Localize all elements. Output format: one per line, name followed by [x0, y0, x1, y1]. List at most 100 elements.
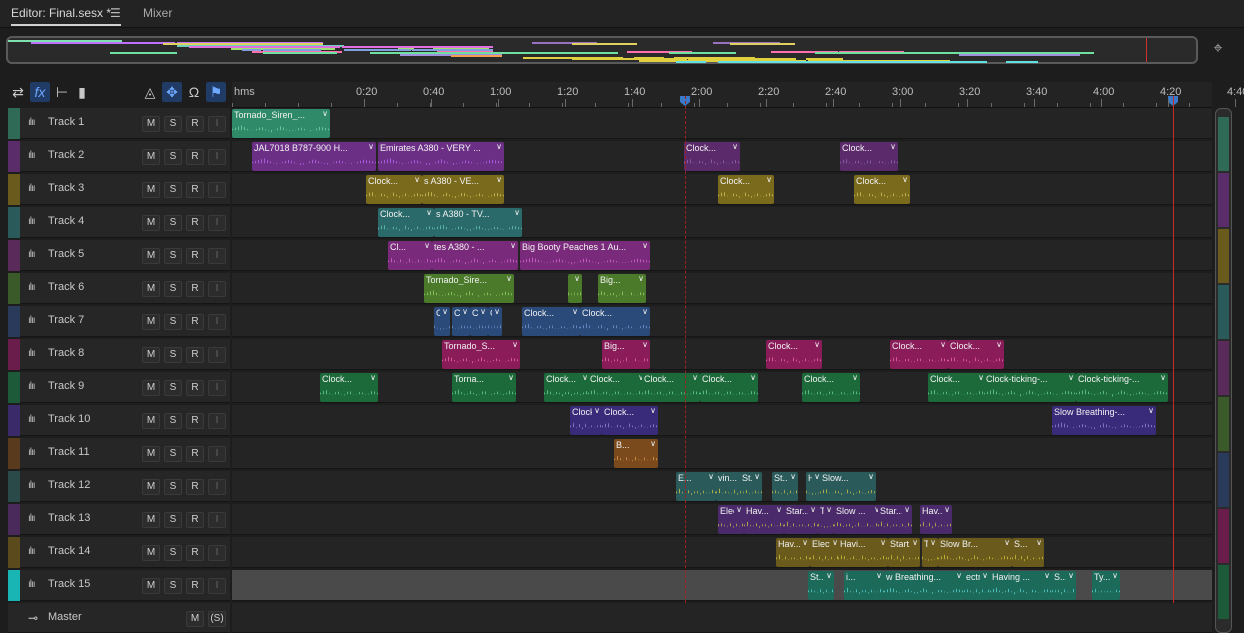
chevron-down-icon[interactable]: ∨ [506, 274, 512, 283]
audio-clip[interactable]: Clock...∨ [928, 373, 986, 402]
track-lane[interactable]: Clock... ∨ s A380 - VE... ∨ Clock... ∨ Clock..… [232, 174, 1212, 205]
record-arm-button[interactable]: R [186, 281, 204, 297]
chevron-down-icon[interactable]: ∨ [638, 274, 644, 283]
track-header[interactable]: ılıı Track 10 M S R I [8, 405, 230, 436]
chevron-down-icon[interactable]: ∨ [1004, 538, 1010, 547]
master-track-header[interactable]: ⊸ Master M (S) [8, 603, 230, 633]
move-tool-icon[interactable]: ✥ [162, 82, 182, 102]
tab-mixer[interactable]: Mixer [143, 6, 172, 20]
fx-icon[interactable]: fx [30, 82, 50, 102]
audio-clip[interactable]: Clock...∨ [320, 373, 378, 402]
track-header[interactable]: ılıı Track 15 M S R I [8, 570, 230, 601]
solo-button[interactable]: S [164, 413, 182, 429]
track-name[interactable]: Track 9 [48, 380, 84, 392]
chevron-down-icon[interactable]: ∨ [890, 142, 896, 151]
record-arm-button[interactable]: R [186, 215, 204, 231]
chevron-down-icon[interactable]: ∨ [880, 538, 886, 547]
audio-clip[interactable]: ectric...∨ [964, 571, 990, 600]
audio-clip[interactable]: S... ∨ [1012, 538, 1044, 567]
track-lane[interactable]: Tornado_Siren_... ∨ [232, 108, 1212, 139]
metronome-icon[interactable]: ◬ [140, 82, 160, 102]
chevron-down-icon[interactable]: ∨ [1068, 373, 1074, 382]
audio-clip[interactable]: Torna... ∨ [452, 373, 516, 402]
audio-clip[interactable]: s A380 - TV... ∨ [434, 208, 522, 237]
chevron-down-icon[interactable]: ∨ [572, 307, 578, 316]
master-solo-button[interactable]: (S) [208, 611, 226, 627]
track-header[interactable]: ılıı Track 14 M S R I [8, 537, 230, 568]
chevron-down-icon[interactable]: ∨ [650, 406, 656, 415]
audio-clip[interactable]: Clock...∨ [766, 340, 822, 369]
track-lane[interactable]: Clock...∨Clock...∨Slow Breathing-...∨ [232, 405, 1212, 436]
audio-clip[interactable]: Tornado_Siren_... ∨ [232, 109, 330, 138]
track-header[interactable]: ılıı Track 1 MSRI [8, 108, 230, 139]
audio-clip[interactable]: Clock...∨ [642, 373, 700, 402]
audio-clip[interactable]: Slow... ∨ [820, 472, 876, 501]
audio-clip[interactable]: C...∨ [470, 307, 488, 336]
chevron-down-icon[interactable]: ∨ [814, 340, 820, 349]
audio-clip[interactable]: Clock-ticking-... ∨ [984, 373, 1076, 402]
audio-clip[interactable]: Havi... ∨ [838, 538, 888, 567]
chevron-down-icon[interactable]: ∨ [750, 373, 756, 382]
zoom-navigator-icon[interactable]: ⌖ [1208, 40, 1228, 60]
chevron-down-icon[interactable]: ∨ [462, 307, 468, 316]
audio-clip[interactable]: Clock...∨ [366, 175, 422, 204]
track-header[interactable]: ılıı Track 9 MSRI [8, 372, 230, 403]
track-vertical-scrollbar[interactable] [1215, 108, 1232, 633]
input-monitor-button[interactable]: I [208, 347, 226, 363]
track-lane[interactable]: Tornado_Sire... ∨ ∨ Big... ∨ [232, 273, 1212, 304]
audio-clip[interactable]: C...∨ [488, 307, 502, 336]
marker-icon[interactable]: ⚑ [206, 82, 226, 102]
track-header[interactable]: ılıı Track 13 M S R I [8, 504, 230, 535]
chevron-down-icon[interactable]: ∨ [442, 307, 448, 316]
record-arm-button[interactable]: R [186, 182, 204, 198]
audio-clip[interactable]: E... ∨ [676, 472, 716, 501]
input-monitor-button[interactable]: I [208, 314, 226, 330]
chevron-down-icon[interactable]: ∨ [1044, 571, 1050, 580]
input-monitor-button[interactable]: I [208, 512, 226, 528]
chevron-down-icon[interactable]: ∨ [940, 340, 946, 349]
audio-clip[interactable]: St...∨ [740, 472, 762, 501]
audio-clip[interactable]: Hav... ∨ [744, 505, 784, 534]
mute-button[interactable]: M [142, 578, 160, 594]
record-arm-button[interactable]: R [186, 248, 204, 264]
track-lane[interactable]: Elec...∨Hav...∨Star...∨T...∨Slow ...∨Sta… [232, 504, 1212, 535]
chevron-down-icon[interactable]: ∨ [370, 373, 376, 382]
chevron-down-icon[interactable]: ∨ [766, 175, 772, 184]
solo-button[interactable]: S [164, 512, 182, 528]
chevron-down-icon[interactable]: ∨ [802, 538, 808, 547]
input-monitor-button[interactable]: I [208, 149, 226, 165]
track-lane[interactable]: Hav...∨Electri...∨Havi...∨Start...∨T...∨… [232, 537, 1212, 568]
mute-button[interactable]: M [142, 413, 160, 429]
solo-button[interactable]: S [164, 149, 182, 165]
audio-clip[interactable]: Tornado_S... ∨ [442, 340, 520, 369]
chevron-down-icon[interactable]: ∨ [904, 505, 910, 514]
audio-clip[interactable]: Clock...∨ [700, 373, 758, 402]
track-lane[interactable]: Cl... ∨ tes A380 - ... ∨ Big Booty Peaches 1… [232, 240, 1212, 271]
chevron-down-icon[interactable]: ∨ [996, 340, 1002, 349]
track-lane[interactable]: JAL7018 B787-900 H... ∨ Emirates A380 - VE… [232, 141, 1212, 172]
headphones-icon[interactable]: Ω [184, 82, 204, 102]
chevron-down-icon[interactable]: ∨ [810, 505, 816, 514]
track-name[interactable]: Track 6 [48, 281, 84, 293]
audio-clip[interactable]: T...∨ [818, 505, 834, 534]
record-arm-button[interactable]: R [186, 512, 204, 528]
audio-clip[interactable]: St...∨ [808, 571, 834, 600]
track-name[interactable]: Track 13 [48, 512, 90, 524]
chevron-down-icon[interactable]: ∨ [494, 307, 500, 316]
track-name[interactable]: Track 2 [48, 149, 84, 161]
chevron-down-icon[interactable]: ∨ [790, 472, 796, 481]
record-arm-button[interactable]: R [186, 413, 204, 429]
mute-button[interactable]: M [142, 446, 160, 462]
track-name[interactable]: Track 12 [48, 479, 90, 491]
input-monitor-button[interactable]: I [208, 281, 226, 297]
solo-button[interactable]: S [164, 545, 182, 561]
chevron-down-icon[interactable]: ∨ [708, 472, 714, 481]
mute-button[interactable]: M [142, 479, 160, 495]
audio-clip[interactable]: Emirates A380 - VERY ... ∨ [378, 142, 504, 171]
bars-icon[interactable]: ▮ [72, 82, 92, 102]
track-header[interactable]: ılıı Track 7 MSRI [8, 306, 230, 337]
chevron-down-icon[interactable]: ∨ [902, 175, 908, 184]
input-monitor-button[interactable]: I [208, 578, 226, 594]
chevron-down-icon[interactable]: ∨ [480, 307, 486, 316]
solo-button[interactable]: S [164, 479, 182, 495]
